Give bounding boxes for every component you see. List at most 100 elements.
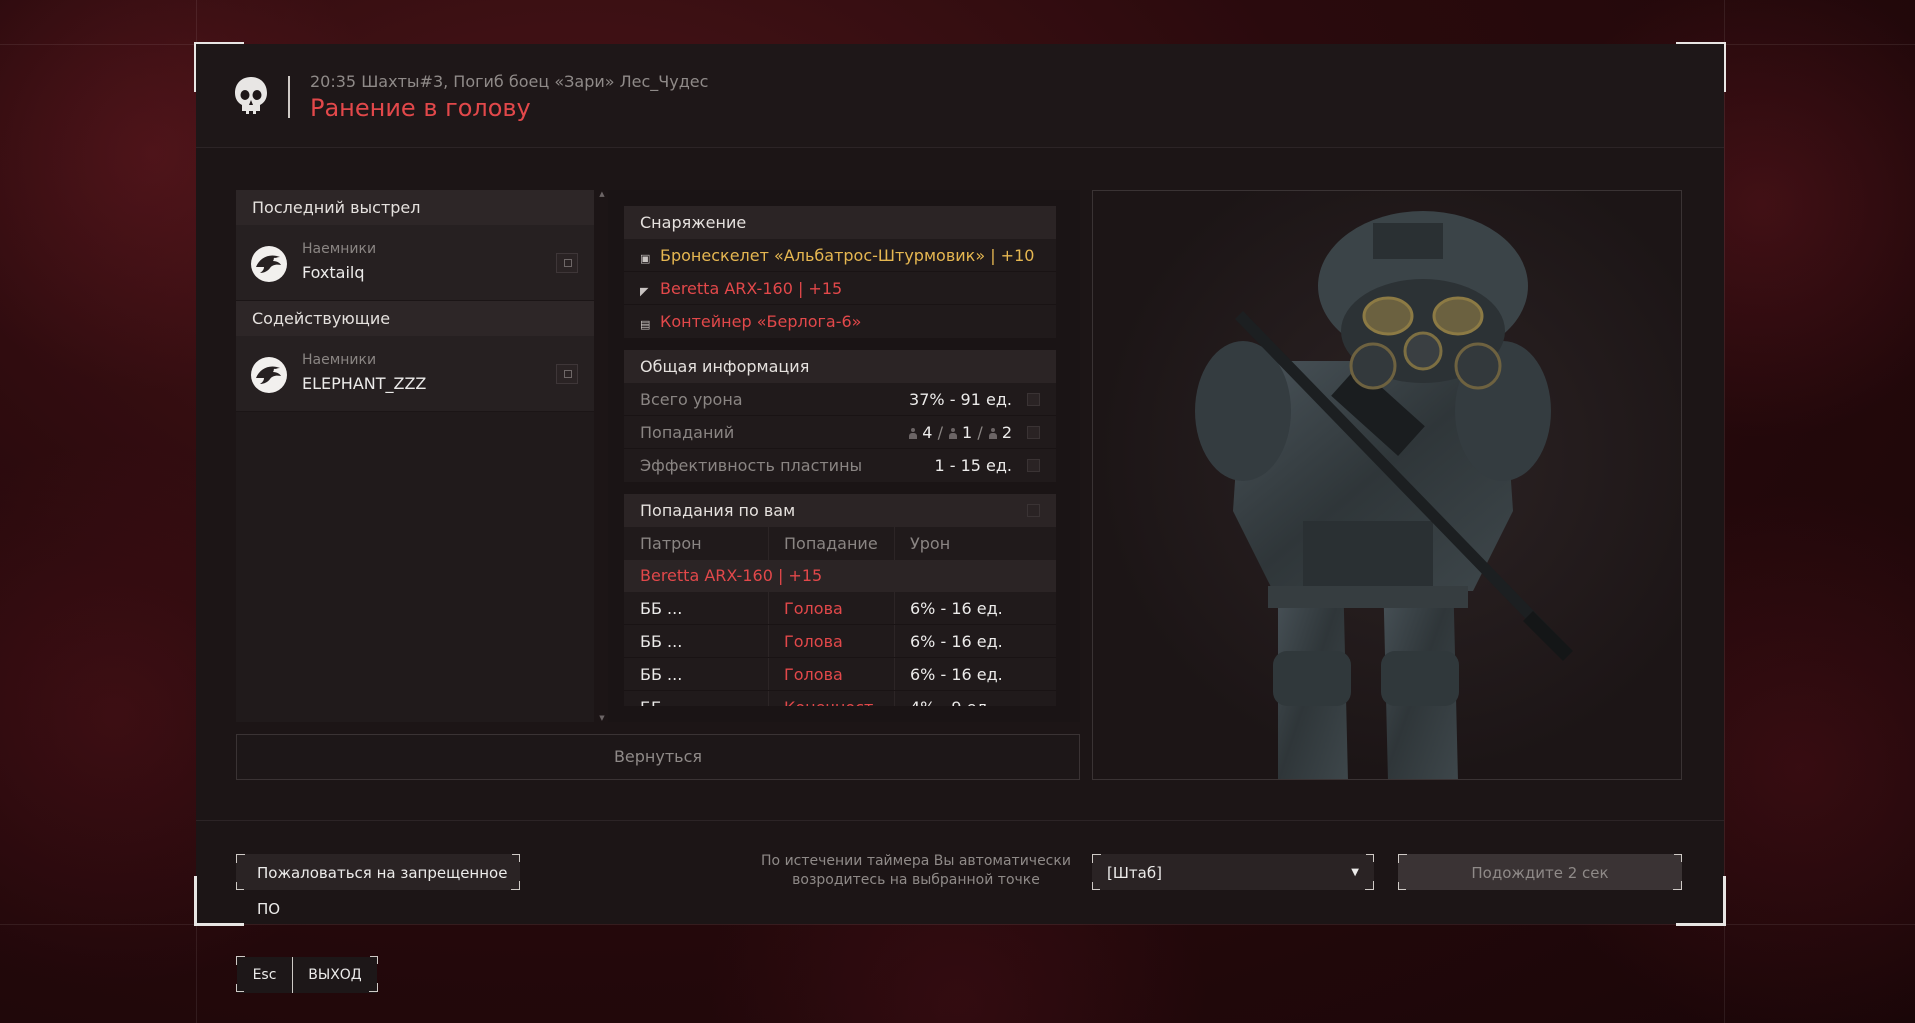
player-name: ELEPHANT_ZZZ	[302, 374, 427, 393]
hit-zone: Голова	[784, 599, 843, 618]
equipment-label: Бронескелет «Альбатрос-Штурмовик» | +10	[660, 246, 1035, 265]
hit-ammo: ББ ...	[640, 665, 683, 684]
bracket-corner	[236, 984, 244, 992]
player-faction: Наемники	[302, 241, 377, 257]
hit-ammo: ББ ...	[640, 632, 683, 651]
hit-zone: Голова	[784, 665, 843, 684]
bracket-corner	[1092, 882, 1100, 890]
info-toggle-button[interactable]	[1027, 426, 1040, 439]
back-button[interactable]: Вернуться	[236, 734, 1080, 780]
limb-hits: 2	[1001, 423, 1012, 442]
info-toggle-button[interactable]	[1027, 393, 1040, 406]
stat-label: Попаданий	[640, 423, 735, 442]
frame-line	[0, 924, 1915, 925]
hit-damage: 6% - 16 ед.	[910, 632, 1003, 651]
respawn-timer-note: По истечении таймера Вы автоматически во…	[756, 852, 1076, 890]
total-damage-row: Всего урона 37% - 91 ед.	[624, 383, 1056, 416]
wait-button-label: Подождите 2 сек	[1471, 864, 1609, 882]
column-divider	[894, 691, 895, 706]
container-icon: ▤	[640, 318, 651, 331]
kill-details: Снаряжение ▣ Бронескелет «Альбатрос-Штурм…	[608, 190, 1080, 722]
equipment-heading: Снаряжение	[624, 206, 1056, 239]
mercenaries-faction-icon	[251, 246, 287, 282]
table-row: ББ ... Голова 6% - 16 ед.	[624, 658, 1056, 691]
table-row: ББ ... Голова 6% - 16 ед.	[624, 592, 1056, 625]
column-damage: Урон	[910, 534, 951, 553]
timer-note-line: возродитесь на выбранной точке	[792, 872, 1040, 888]
respawn-wait-button[interactable]: Подождите 2 сек	[1398, 854, 1682, 890]
column-hit-zone: Попадание	[784, 534, 878, 553]
death-event-info: 20:35 Шахты#3, Погиб боец «Зари» Лес_Чуд…	[310, 72, 709, 91]
separator: /	[977, 423, 983, 442]
stat-label: Эффективность пластины	[640, 456, 863, 475]
hit-ammo: ББ ...	[640, 691, 682, 706]
timer-note-line: По истечении таймера Вы автоматически	[761, 853, 1071, 869]
general-info-section: Общая информация Всего урона 37% - 91 ед…	[624, 350, 1056, 482]
scroll-down-icon[interactable]: ▼	[598, 714, 606, 722]
bracket-corner	[370, 956, 378, 964]
stat-label: Всего урона	[640, 390, 743, 409]
equipment-item[interactable]: ▤ Контейнер «Берлога-6»	[624, 305, 1056, 338]
report-cheater-button[interactable]: Пожаловаться на запрещенное ПО	[236, 854, 520, 918]
killers-list: Последний выстрел Наемники Foxtailq Соде…	[236, 190, 594, 722]
body-hit-icon	[948, 428, 958, 439]
hit-zone: Голова	[784, 632, 843, 651]
last-shot-heading: Последний выстрел	[236, 190, 594, 225]
hits-on-you-section: Попадания по вам Патрон Попадание Урон B…	[624, 494, 1056, 706]
armor-icon: ▣	[640, 252, 651, 265]
killer-character-preview	[1092, 190, 1682, 780]
frame-line	[1724, 0, 1725, 1023]
body-hits: 1	[962, 423, 973, 442]
copy-nickname-button[interactable]	[556, 253, 578, 273]
soldier-model	[1195, 211, 1573, 779]
scroll-up-icon[interactable]: ▲	[598, 190, 606, 198]
mercenaries-faction-icon	[251, 357, 287, 393]
exit-label: ВЫХОД	[293, 957, 377, 993]
weapon-group-row: Beretta ARX-160 | +15	[624, 560, 1056, 592]
footer-divider	[196, 820, 1724, 821]
head-hits: 4	[922, 423, 933, 442]
table-row: ББ ... Конечност 4% - 9 ед.	[624, 691, 1056, 706]
spawn-point-value: [Штаб]	[1107, 864, 1162, 882]
death-cause-title: Ранение в голову	[310, 94, 531, 122]
hit-ammo: ББ ...	[640, 599, 683, 618]
hits-breakdown: 4 / 1 / 2	[908, 416, 1012, 449]
exit-button[interactable]: Esc ВЫХОД	[236, 956, 378, 993]
header-divider	[288, 76, 290, 118]
dropdown-caret-icon: ▼	[1351, 867, 1359, 878]
assist-player[interactable]: Наемники ELEPHANT_ZZZ	[236, 336, 594, 412]
stat-value: 1 - 15 ед.	[934, 456, 1012, 475]
header: 20:35 Шахты#3, Погиб боец «Зари» Лес_Чуд…	[196, 44, 1724, 148]
bracket-corner	[1398, 882, 1406, 890]
equipment-item[interactable]: ▣ Бронескелет «Альбатрос-Штурмовик» | +10	[624, 239, 1056, 272]
general-info-heading: Общая информация	[624, 350, 1056, 383]
hit-damage: 6% - 16 ед.	[910, 599, 1003, 618]
hit-damage: 6% - 16 ед.	[910, 665, 1003, 684]
hits-table-header: Патрон Попадание Урон	[624, 527, 1056, 560]
copy-nickname-button[interactable]	[556, 364, 578, 384]
equipment-item[interactable]: ◤ Beretta ARX-160 | +15	[624, 272, 1056, 305]
spawn-point-select[interactable]: [Штаб] ▼	[1092, 854, 1374, 890]
section-toggle-button[interactable]	[1027, 504, 1040, 517]
column-divider	[894, 658, 895, 690]
report-button-label: Пожаловаться на запрещенное ПО	[257, 864, 508, 918]
frame-corner	[1676, 876, 1726, 926]
head-hit-icon	[908, 428, 918, 439]
player-name: Foxtailq	[302, 263, 365, 282]
info-toggle-button[interactable]	[1027, 459, 1040, 472]
section-title: Попадания по вам	[640, 501, 796, 520]
hits-row: Попаданий 4 / 1 / 2	[624, 416, 1056, 449]
equipment-section: Снаряжение ▣ Бронескелет «Альбатрос-Штурм…	[624, 206, 1056, 338]
bracket-corner	[1366, 854, 1374, 862]
column-divider	[768, 527, 769, 560]
column-divider	[768, 691, 769, 706]
left-scrollbar[interactable]: ▲ ▼	[598, 190, 606, 722]
plate-efficiency-row: Эффективность пластины 1 - 15 ед.	[624, 449, 1056, 482]
bracket-corner	[1674, 854, 1682, 862]
killer-player[interactable]: Наемники Foxtailq	[236, 225, 594, 301]
rifle-icon: ◤	[640, 285, 649, 298]
player-faction: Наемники	[302, 352, 377, 368]
table-row: ББ ... Голова 6% - 16 ед.	[624, 625, 1056, 658]
column-divider	[768, 592, 769, 624]
separator: /	[937, 423, 943, 442]
